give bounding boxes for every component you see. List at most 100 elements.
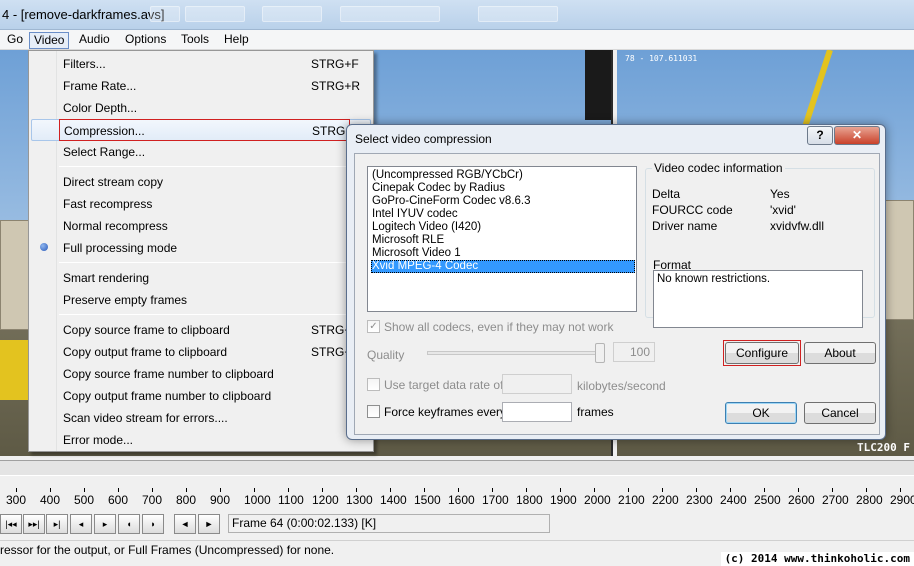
video-menu-dropdown: Filters... STRG+F Frame Rate... STRG+R C… [28,50,374,452]
about-button[interactable]: About [804,342,876,364]
close-button[interactable]: ✕ [834,126,880,145]
timeline-tick-label: 2500 [754,493,781,507]
menu-item-full-processing[interactable]: Full processing mode [31,237,371,259]
timeline-tick-mark [288,488,289,492]
mark-end-icon[interactable]: ► [198,514,220,534]
menu-item-scan-errors[interactable]: Scan video stream for errors.... [31,407,371,429]
mark-in-icon[interactable]: ◖ [118,514,140,534]
title-bar: 4 - [remove-darkframes.avs] [0,0,914,30]
mark-out-icon[interactable]: ◗ [142,514,164,534]
timeline-tick-mark [458,488,459,492]
frame-indicator[interactable]: Frame 64 (0:00:02.133) [K] [228,514,550,533]
keyframes-checkbox[interactable] [367,405,380,418]
end-icon[interactable]: ▸| [46,514,68,534]
start-icon[interactable]: |◂◂ [0,514,22,534]
dialog-body: (Uncompressed RGB/YCbCr) Cinepak Codec b… [354,153,880,435]
menu-item-preserve-empty[interactable]: Preserve empty frames [31,289,371,311]
titlebar-ghost-element [150,6,180,22]
menu-item-label: Normal recompress [63,219,168,233]
quality-field[interactable]: 100 [613,342,655,362]
menu-item-smart-rendering[interactable]: Smart rendering [31,267,371,289]
next-scene-icon[interactable]: ▸ [94,514,116,534]
menu-item-label: Fast recompress [63,197,153,211]
show-all-checkbox[interactable]: ✓ [367,320,380,333]
menu-tools[interactable]: Tools [177,32,213,49]
codec-list-item[interactable]: Cinepak Codec by Radius [371,182,635,195]
menu-item-label: Copy source frame number to clipboard [63,367,274,381]
codec-info-group: Video codec information Delta Yes FOURCC… [645,161,875,328]
menu-help[interactable]: Help [220,32,253,49]
timeline-tick-label: 900 [210,493,231,507]
menu-video[interactable]: Video [29,32,70,49]
configure-button[interactable]: Configure [725,342,799,364]
delta-value: Yes [770,187,790,201]
titlebar-ghost-element [340,6,440,22]
playback-toolbar: |◂◂ ▸▸| ▸| ◂ ▸ ◖ ◗ ◄ ► Frame 64 (0:00:02… [0,512,914,534]
timeline-tick-label: 1100 [278,493,304,507]
timeline-tick-mark [560,488,561,492]
menu-item-select-range[interactable]: Select Range... [31,141,371,163]
mark-start-icon[interactable]: ◄ [174,514,196,534]
timeline-tick-label: 1700 [482,493,509,507]
menu-item-compression[interactable]: Compression... STRG+ [31,119,371,141]
keyframes-field[interactable] [502,402,572,422]
menu-item-copy-source-number[interactable]: Copy source frame number to clipboard [31,363,371,385]
timeline-tick-mark [594,488,595,492]
status-bar: ressor for the output, or Full Frames (U… [0,540,914,566]
codec-list[interactable]: (Uncompressed RGB/YCbCr) Cinepak Codec b… [367,166,637,312]
cancel-button[interactable]: Cancel [804,402,876,424]
timeline-tick-mark [220,488,221,492]
codec-list-item[interactable]: Logitech Video (I420) [371,221,635,234]
codec-list-item[interactable]: Microsoft Video 1 [371,247,635,260]
menu-item-label: Copy source frame to clipboard [63,323,230,337]
menu-item-label: Error mode... [63,433,134,447]
timeline-tick-mark [424,488,425,492]
menu-item-label: Select Range... [63,145,146,159]
menu-item-direct-stream-copy[interactable]: Direct stream copy [31,171,371,193]
titlebar-ghost-element [185,6,245,22]
menu-item-shortcut: STRG+R [311,79,361,93]
timeline-track[interactable] [0,460,914,476]
timeline-tick-label: 600 [108,493,129,507]
timeline-tick-mark [662,488,663,492]
format-textbox[interactable]: No known restrictions. [653,270,863,328]
menu-item-shortcut: STRG+F [311,57,359,71]
menu-item-copy-output-number[interactable]: Copy output frame number to clipboard [31,385,371,407]
menu-options[interactable]: Options [121,32,170,49]
ok-button[interactable]: OK [725,402,797,424]
video-timestamp-right: TLC200 F [857,441,910,454]
codec-list-item[interactable]: Microsoft RLE [371,234,635,247]
timeline-tick-mark [50,488,51,492]
codec-list-item[interactable]: (Uncompressed RGB/YCbCr) [371,169,635,182]
timeline-tick-mark [492,488,493,492]
menu-item-normal-recompress[interactable]: Normal recompress [31,215,371,237]
menu-audio[interactable]: Audio [75,32,114,49]
timeline-tick-label: 1400 [380,493,407,507]
timeline-tick-mark [730,488,731,492]
codec-list-item[interactable]: GoPro-CineForm Codec v8.6.3 [371,195,635,208]
timeline[interactable] [0,458,914,488]
menu-item-filters[interactable]: Filters... STRG+F [31,53,371,75]
menu-item-frame-rate[interactable]: Frame Rate... STRG+R [31,75,371,97]
timeline-tick-label: 700 [142,493,163,507]
timeline-tick-label: 2000 [584,493,611,507]
codec-list-item[interactable]: Intel IYUV codec [371,208,635,221]
prev-scene-icon[interactable]: ◂ [70,514,92,534]
prev-key-icon[interactable]: ▸▸| [23,514,45,534]
menu-go[interactable]: Go [3,32,27,49]
target-rate-checkbox[interactable] [367,378,380,391]
timeline-tick-label: 2200 [652,493,679,507]
menu-item-copy-output-frame[interactable]: Copy output frame to clipboard STRG+ [31,341,371,363]
menu-item-error-mode[interactable]: Error mode... [31,429,371,451]
target-rate-field[interactable] [502,374,572,394]
help-button[interactable]: ? [807,126,833,145]
timeline-tick-mark [798,488,799,492]
quality-slider-thumb[interactable] [595,343,605,363]
menu-item-copy-source-frame[interactable]: Copy source frame to clipboard STRG+ [31,319,371,341]
menu-item-color-depth[interactable]: Color Depth... [31,97,371,119]
quality-slider[interactable] [427,351,605,355]
delta-label: Delta [652,187,681,201]
timeline-tick-label: 2800 [856,493,883,507]
codec-list-item-selected[interactable]: Xvid MPEG-4 Codec [371,260,635,273]
menu-item-fast-recompress[interactable]: Fast recompress [31,193,371,215]
